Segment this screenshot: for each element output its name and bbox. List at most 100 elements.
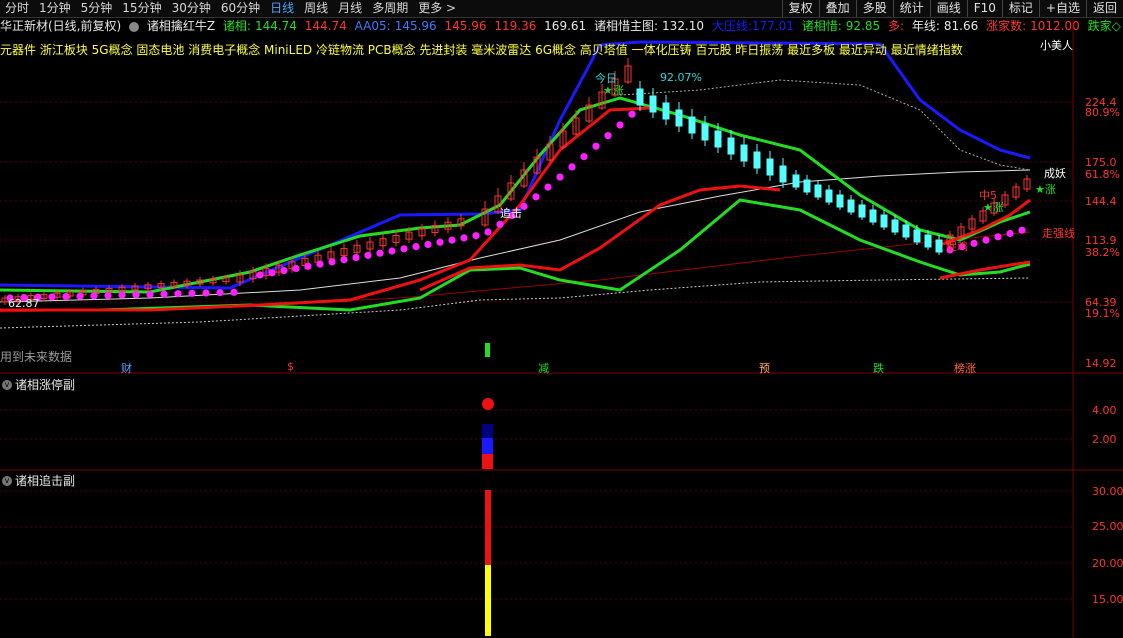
- period-tab[interactable]: 15分钟: [117, 0, 166, 17]
- dot-marker: [292, 264, 300, 273]
- chevron-down-icon[interactable]: v: [2, 475, 12, 486]
- toolbar-button[interactable]: 画线: [929, 0, 967, 17]
- period-tab[interactable]: 30分钟: [167, 0, 216, 17]
- event-marker[interactable]: 跌: [873, 360, 884, 376]
- dot-marker: [532, 193, 540, 201]
- concept-tags: 元器件 浙江板块 5G概念 固态电池 消费电子概念 MiniLED 冷链物流 P…: [0, 43, 963, 57]
- dot-marker: [1006, 229, 1014, 238]
- xiaomeiren-label: 小美人: [1040, 39, 1073, 52]
- period-tab[interactable]: 更多 >: [413, 0, 461, 17]
- dot-marker: [616, 121, 624, 129]
- dot-marker: [412, 243, 420, 251]
- toolbar-button[interactable]: 叠加: [818, 0, 856, 17]
- red-end: [939, 260, 1031, 280]
- toolbar-button[interactable]: 多股: [855, 0, 893, 17]
- dot-marker: [328, 258, 336, 266]
- dot-marker: [304, 262, 312, 270]
- period-toolbar: 分时 1分钟 5分钟 15分钟 30分钟 60分钟 日线 周线 月线 多周期 更多 > 复权 叠加 多股…: [0, 0, 1123, 18]
- axis-tick-label: 2.00: [1092, 433, 1117, 446]
- axis-tick-label: 20.00: [1092, 557, 1123, 570]
- dot-marker: [982, 236, 990, 244]
- dot-marker: [556, 173, 564, 181]
- toolbar-button[interactable]: 返回: [1085, 0, 1123, 17]
- dot-marker: [436, 238, 444, 246]
- candle-body: [924, 234, 932, 248]
- chevron-down-icon[interactable]: v: [2, 379, 12, 390]
- axis-tick-label: 15.00: [1092, 593, 1123, 606]
- period-tab[interactable]: 日线: [265, 0, 299, 17]
- period-tabs: 分时 1分钟 5分钟 15分钟 30分钟 60分钟 日线 周线 月线 多周期 更多 >: [0, 0, 461, 17]
- candle-body: [766, 158, 774, 176]
- dot-marker: [316, 260, 324, 268]
- dot-marker: [568, 163, 576, 171]
- event-marker[interactable]: $: [287, 360, 294, 373]
- dot-marker: [592, 142, 600, 150]
- period-tab[interactable]: 周线: [299, 0, 333, 17]
- zt-bar-red: [482, 454, 493, 469]
- dot-marker: [90, 292, 98, 300]
- dot-marker: [118, 291, 126, 299]
- chengyao-label: 成妖: [1044, 167, 1066, 180]
- dot-marker: [580, 152, 588, 161]
- candle-body: [814, 184, 822, 198]
- event-marker[interactable]: 财: [121, 360, 132, 376]
- axis-tick-label: 144.4: [1085, 195, 1117, 208]
- dot-marker: [400, 245, 408, 253]
- dot-marker: [472, 232, 480, 240]
- zt-bar-navy: [482, 424, 493, 438]
- ma-darkred: [0, 231, 1031, 313]
- sub1-title-label: 诸相涨停副: [15, 378, 76, 392]
- dot-marker: [104, 291, 112, 300]
- dot-marker: [280, 267, 288, 275]
- zhuojiu-label: 捉鸡: [946, 240, 968, 253]
- axis-tick-label: 30.00: [1092, 485, 1123, 498]
- dot-marker: [604, 132, 612, 140]
- event-marker[interactable]: 减: [538, 360, 549, 376]
- toolbar-button[interactable]: 统计: [892, 0, 930, 17]
- period-tab[interactable]: 5分钟: [76, 0, 118, 17]
- period-tab[interactable]: 月线: [333, 0, 367, 17]
- axis-tick-label: 25.00: [1092, 520, 1123, 533]
- period-tab[interactable]: 多周期: [367, 0, 413, 17]
- dot-marker: [460, 234, 468, 242]
- toolbar-button[interactable]: 复权: [781, 0, 819, 17]
- event-marker[interactable]: 榜涨: [954, 360, 976, 376]
- dot-marker: [48, 293, 56, 301]
- dot-marker: [484, 228, 492, 236]
- toolbar-button[interactable]: +自选: [1038, 0, 1086, 17]
- dot-marker: [448, 236, 456, 244]
- event-marker[interactable]: 预: [759, 360, 770, 376]
- dot-marker: [376, 249, 384, 257]
- dot-marker: [62, 292, 70, 301]
- candle-body: [740, 144, 748, 162]
- sub1-title[interactable]: v 诸相涨停副: [2, 376, 75, 393]
- toolbar-button[interactable]: F10: [966, 0, 1002, 17]
- period-tab[interactable]: 60分钟: [216, 0, 265, 17]
- candle-body: [913, 229, 921, 243]
- candle-body: [714, 130, 722, 148]
- dot-marker: [364, 251, 372, 259]
- dot-marker: [230, 288, 238, 296]
- candle-body: [902, 224, 910, 238]
- kline-chart[interactable]: [0, 17, 1123, 638]
- zt-ball: [482, 398, 494, 410]
- candle-body: [701, 123, 709, 141]
- zhuiji-bar-yellow: [485, 565, 491, 636]
- toolbar-right-buttons: 复权 叠加 多股 统计 画线 F10 标记 +自选 返回: [781, 0, 1123, 17]
- zouqiang-label: 走强线: [1042, 227, 1075, 240]
- sub2-title[interactable]: v 诸相追击副: [2, 472, 75, 489]
- axis-tick-label: 61.8%: [1085, 168, 1120, 181]
- period-tab[interactable]: 1分钟: [34, 0, 76, 17]
- dot-marker: [994, 233, 1002, 241]
- dot-marker: [544, 183, 552, 191]
- candle-body: [753, 151, 761, 169]
- candle-body: [649, 95, 657, 113]
- zhong5-label: 中5: [979, 189, 997, 202]
- candle-body: [636, 88, 644, 106]
- toolbar-button[interactable]: 标记: [1001, 0, 1039, 17]
- candle-body: [688, 116, 696, 134]
- zhuiji-label: 追击: [500, 207, 522, 220]
- period-tab[interactable]: 分时: [0, 0, 34, 17]
- axis-tick-label: 4.00: [1092, 404, 1117, 417]
- pct-label: 92.07%: [660, 71, 702, 84]
